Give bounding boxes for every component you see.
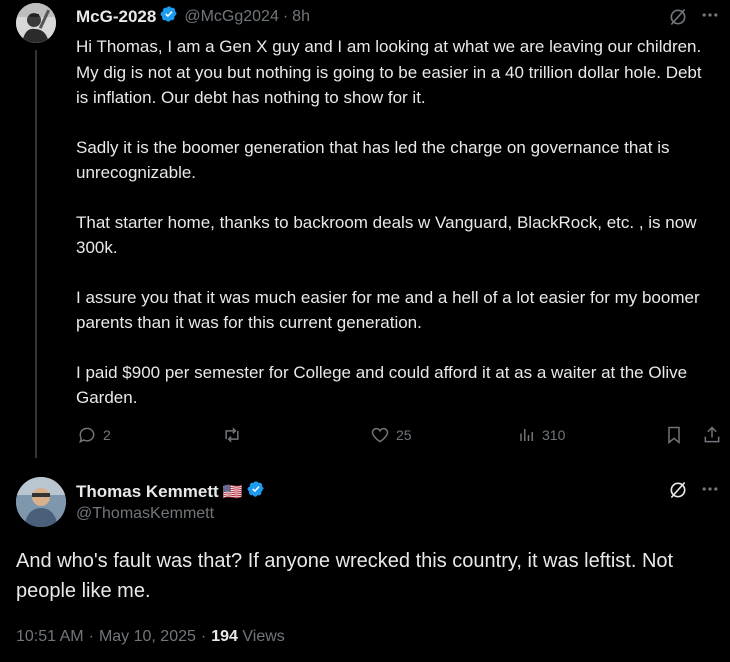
display-name[interactable]: Thomas Kemmett bbox=[76, 482, 219, 502]
like-button[interactable]: 25 bbox=[370, 425, 412, 445]
avatar-photo bbox=[16, 477, 66, 527]
user-handle[interactable]: @ThomasKemmett bbox=[76, 505, 214, 523]
views-count: 310 bbox=[542, 427, 566, 443]
reply-button[interactable]: 2 bbox=[77, 425, 111, 445]
post-time[interactable]: 8h bbox=[292, 8, 310, 26]
tweet-body: Hi Thomas, I am a Gen X guy and I am loo… bbox=[76, 34, 716, 435]
more-icon[interactable] bbox=[700, 479, 720, 504]
tweet-body: And who's fault was that? If anyone wrec… bbox=[16, 550, 674, 602]
share-icon[interactable] bbox=[702, 425, 722, 450]
tweet-header: McG-2028 @McGg2024 · 8h bbox=[76, 5, 310, 28]
us-flag-emoji: 🇺🇸 bbox=[222, 483, 243, 501]
thread-connector-line bbox=[35, 50, 37, 458]
post-date[interactable]: May 10, 2025 bbox=[99, 628, 196, 646]
verified-badge-icon[interactable] bbox=[247, 480, 265, 503]
post-time[interactable]: 10:51 AM bbox=[16, 628, 84, 646]
tweet-paragraph: I paid $900 per semester for College and… bbox=[76, 362, 688, 408]
separator-dot: · bbox=[200, 628, 207, 645]
grok-icon[interactable] bbox=[668, 480, 688, 505]
like-count: 25 bbox=[396, 427, 412, 443]
display-name[interactable]: McG-2028 bbox=[76, 7, 156, 27]
avatar-thomas[interactable] bbox=[16, 477, 66, 527]
more-icon[interactable] bbox=[700, 5, 720, 30]
bookmark-icon[interactable] bbox=[664, 425, 684, 450]
heart-icon bbox=[371, 427, 389, 443]
reply-count: 2 bbox=[103, 427, 111, 443]
separator-dot: · bbox=[282, 7, 289, 25]
views-count: 194 bbox=[211, 628, 238, 645]
tweet-paragraph: I assure you that it was much easier for… bbox=[76, 287, 700, 333]
avatar-photo bbox=[16, 3, 56, 43]
retweet-button[interactable] bbox=[221, 425, 243, 445]
verified-badge-icon[interactable] bbox=[160, 5, 178, 28]
views-button[interactable]: 310 bbox=[518, 425, 565, 445]
grok-icon[interactable] bbox=[668, 7, 688, 32]
tweet-paragraph: Hi Thomas, I am a Gen X guy and I am loo… bbox=[76, 37, 702, 107]
tweet-header: Thomas Kemmett 🇺🇸 bbox=[76, 480, 265, 503]
views-icon bbox=[520, 429, 533, 441]
retweet-icon bbox=[225, 427, 239, 443]
separator-dot: · bbox=[88, 628, 94, 645]
user-handle[interactable]: @McGg2024 bbox=[184, 8, 279, 26]
views-label: Views bbox=[242, 628, 285, 645]
reply-icon bbox=[79, 427, 95, 444]
tweet-metadata: 10:51 AM · May 10, 2025 · 194 Views bbox=[16, 628, 285, 646]
tweet-paragraph: Sadly it is the boomer generation that h… bbox=[76, 137, 670, 183]
avatar-mcg[interactable] bbox=[16, 3, 56, 43]
tweet-paragraph: That starter home, thanks to backroom de… bbox=[76, 212, 697, 258]
